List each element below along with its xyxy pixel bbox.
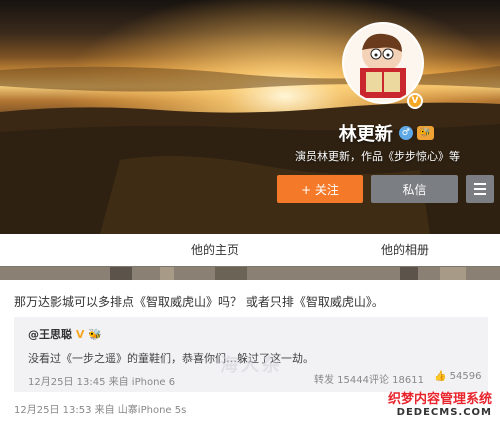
cover-photo-strip <box>0 266 500 280</box>
site-watermark-name: 织梦内容管理系统 <box>387 392 492 407</box>
like-count: 54596 <box>449 371 482 382</box>
site-watermark: 织梦内容管理系统 DEDECMS.COM <box>388 388 492 418</box>
menu-bar <box>474 193 486 195</box>
repost-time[interactable]: 12月25日 13:45 来自 iPhone 6 <box>28 373 175 388</box>
member-level-icon[interactable]: 🐝 <box>416 126 434 140</box>
site-watermark-url: DEDECMS.COM <box>396 407 492 418</box>
repost-author-name: @王思聪 <box>28 328 72 341</box>
profile-avatar[interactable] <box>342 22 424 104</box>
profile-tabs: 他的主页 他的相册 <box>0 234 500 266</box>
profile-cover: V 林更新 ♂ 🐝 演员林更新，作品《步步惊心》等 + 关注 私信 <box>0 0 500 234</box>
profile-description: 演员林更新，作品《步步惊心》等 <box>295 150 460 163</box>
tab-home[interactable]: 他的主页 <box>120 234 310 266</box>
repost-comment-count[interactable]: 评论 18611 <box>369 371 424 386</box>
profile-name: 林更新 <box>338 124 393 145</box>
repost-author-badges: V 🐝 <box>75 328 102 341</box>
repost-author[interactable]: @王思聪 V 🐝 <box>28 326 102 342</box>
tab-album[interactable]: 他的相册 <box>310 234 500 266</box>
follow-button[interactable]: + 关注 <box>277 175 363 203</box>
profile-name-row: 林更新 ♂ 🐝 <box>0 120 500 146</box>
post-text: 那万达影城可以多排点《智取威虎山》吗？ 或者只排《智取威虎山》。 <box>14 295 384 309</box>
post-time[interactable]: 12月25日 13:53 来自 山寨iPhone 5s <box>14 401 186 416</box>
tab-spacer <box>0 234 120 266</box>
message-button[interactable]: 私信 <box>371 175 458 203</box>
more-menu-button[interactable] <box>466 175 494 203</box>
menu-bar <box>474 188 486 190</box>
photo-strip-image <box>0 267 500 280</box>
verified-icon: V <box>407 93 423 109</box>
repost-like-count[interactable]: 👍 54596 <box>434 371 481 382</box>
repost-share-count[interactable]: 转发 15444 <box>314 371 369 386</box>
cartoon-avatar-image <box>344 24 422 102</box>
overlay-watermark: 海人杂 <box>220 355 283 376</box>
male-icon: ♂ <box>398 126 413 140</box>
thumbs-up-icon: 👍 <box>434 371 447 382</box>
menu-bar <box>474 183 486 185</box>
